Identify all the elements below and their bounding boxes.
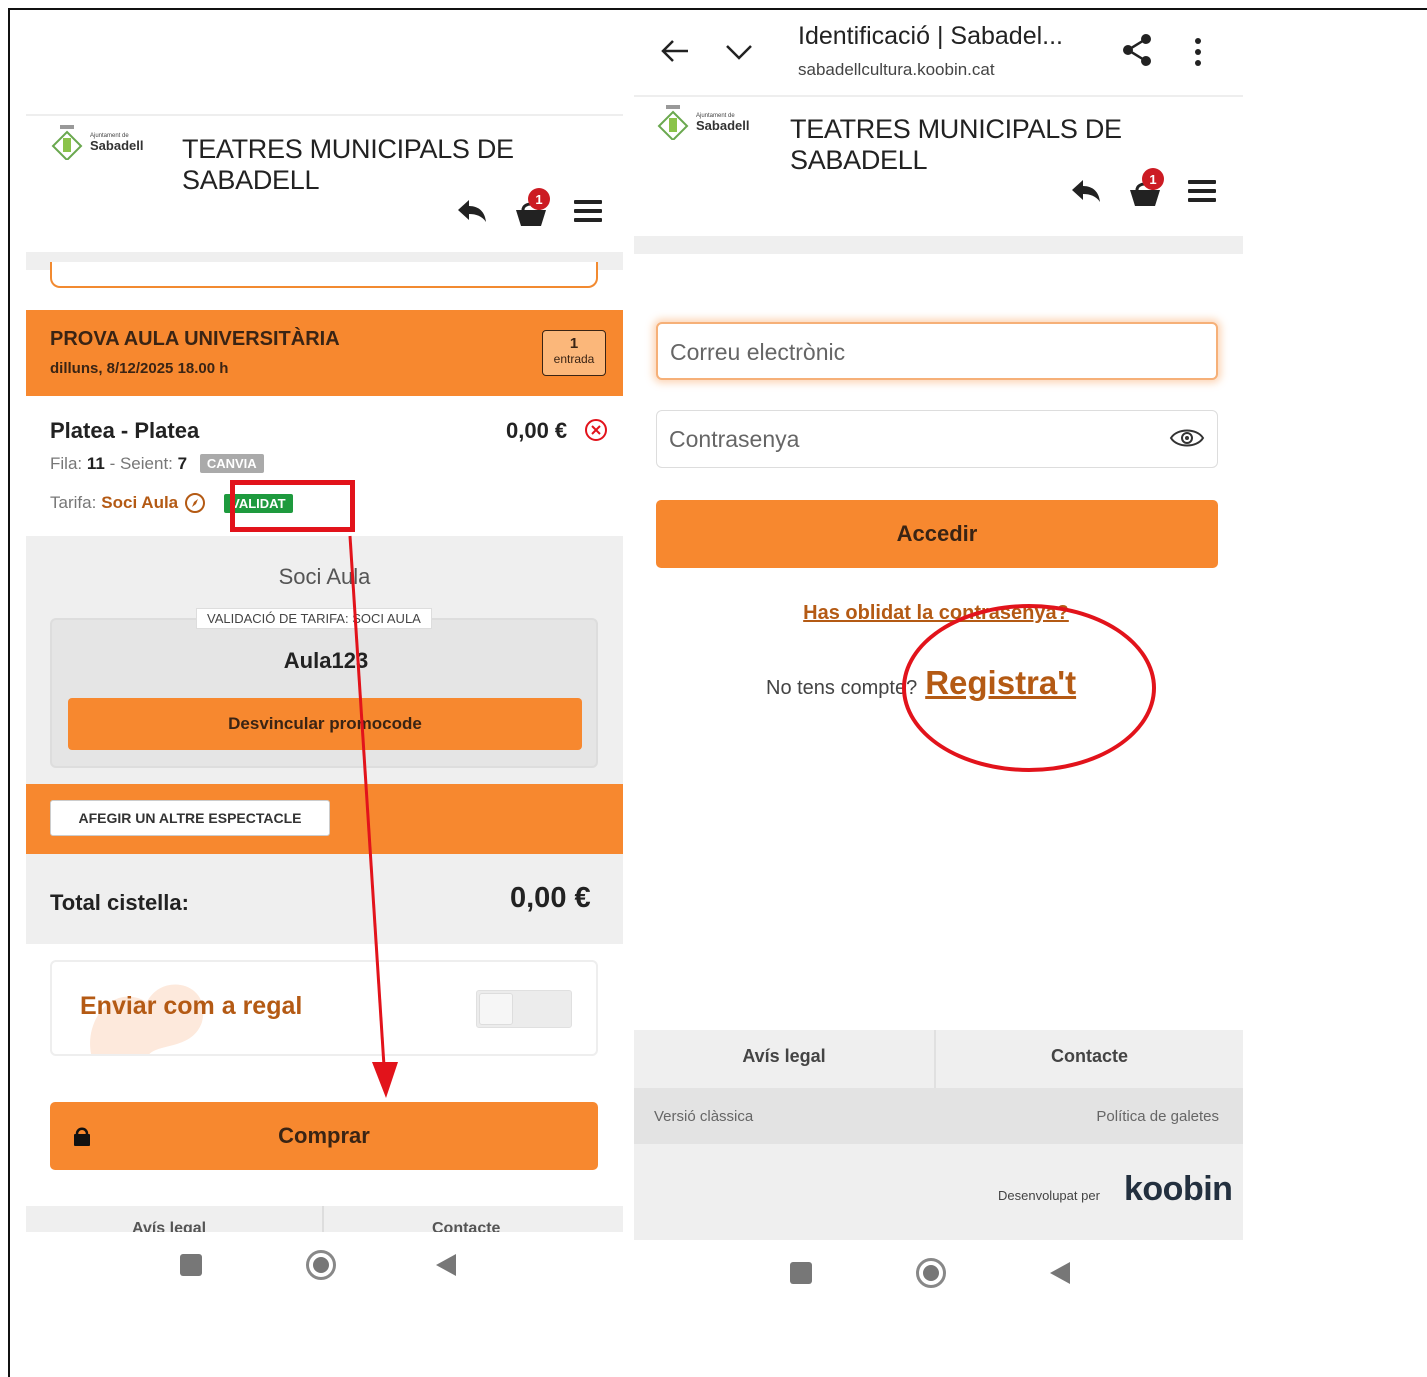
sabadell-emblem-icon bbox=[657, 105, 689, 140]
ticket-quantity: 1 bbox=[569, 335, 579, 352]
previous-card-edge bbox=[50, 262, 598, 288]
event-title: PROVA AULA UNIVERSITÀRIA bbox=[50, 328, 340, 350]
forgot-password-link[interactable]: Has oblidat la contrasenya? bbox=[634, 602, 1238, 625]
basket-icon[interactable]: 1 bbox=[1128, 168, 1164, 208]
event-header: PROVA AULA UNIVERSITÀRIA dilluns, 8/12/2… bbox=[26, 310, 623, 396]
classic-version-link[interactable]: Versió clàssica bbox=[654, 1108, 753, 1125]
row-value: 11 bbox=[86, 454, 105, 473]
email-field[interactable]: Correu electrònic bbox=[656, 322, 1218, 380]
reply-icon[interactable] bbox=[456, 198, 488, 224]
logo-big-text: Sabadell bbox=[90, 137, 144, 153]
promo-legend: VALIDACIÓ DE TARIFA: SOCI AULA bbox=[196, 608, 432, 629]
tarifa-label: Tarifa: bbox=[50, 493, 97, 512]
android-nav-bar bbox=[180, 1250, 456, 1280]
password-field[interactable]: Contrasenya bbox=[656, 410, 1218, 468]
seat-zone-title: Platea - Platea bbox=[50, 418, 200, 443]
header-actions: 1 bbox=[1070, 168, 1216, 208]
chevron-down-icon[interactable] bbox=[724, 42, 754, 62]
gift-label: Enviar com a regal bbox=[80, 992, 303, 1020]
back-icon[interactable] bbox=[436, 1254, 456, 1276]
event-date: dilluns, 8/12/2025 18.00 h bbox=[50, 360, 229, 377]
total-value: 0,00 € bbox=[510, 882, 591, 914]
cookie-policy-link[interactable]: Política de galetes bbox=[1096, 1108, 1219, 1125]
site-title: TEATRES MUNICIPALS DE SABADELL bbox=[182, 134, 514, 195]
menu-icon[interactable] bbox=[1188, 180, 1216, 202]
home-icon[interactable] bbox=[916, 1258, 946, 1288]
promo-validation-box: VALIDACIÓ DE TARIFA: SOCI AULA Aula123 D… bbox=[50, 608, 598, 768]
footer-contact-link[interactable]: Contacte bbox=[432, 1220, 500, 1232]
cart-count-badge: 1 bbox=[528, 188, 550, 210]
footer-legal-link[interactable]: Avís legal bbox=[132, 1220, 206, 1232]
footer-links: Avís legal Contacte bbox=[634, 1030, 1243, 1088]
add-show-section: AFEGIR UN ALTRE ESPECTACLE bbox=[26, 784, 623, 854]
footer-legal-link[interactable]: Avís legal bbox=[634, 1046, 934, 1067]
seat-price: 0,00 € bbox=[506, 418, 568, 443]
more-options-icon[interactable] bbox=[1194, 38, 1202, 66]
promo-code: Aula123 bbox=[283, 648, 369, 673]
back-icon[interactable] bbox=[1050, 1262, 1070, 1284]
android-nav-bar bbox=[790, 1258, 1070, 1288]
browser-bar-divider bbox=[634, 95, 1243, 97]
recents-icon[interactable] bbox=[790, 1262, 812, 1284]
footer-contact-link[interactable]: Contacte bbox=[936, 1046, 1243, 1067]
reply-icon[interactable] bbox=[1070, 178, 1102, 204]
buy-button[interactable]: Comprar bbox=[50, 1102, 598, 1170]
basket-icon[interactable]: 1 bbox=[514, 188, 550, 228]
browser-tab-title: Identificació | Sabadel... bbox=[798, 22, 1063, 50]
show-password-icon[interactable] bbox=[1169, 426, 1205, 450]
developed-by-text: Desenvolupat per bbox=[998, 1188, 1100, 1203]
sabadell-emblem-icon bbox=[51, 125, 83, 160]
login-button[interactable]: Accedir bbox=[656, 500, 1218, 568]
gift-toggle[interactable] bbox=[476, 990, 572, 1028]
share-icon[interactable] bbox=[1120, 32, 1154, 68]
annotation-highlight-box bbox=[230, 480, 355, 532]
ticket-quantity-box: 1 entrada bbox=[542, 330, 606, 376]
gift-option-card: Enviar com a regal bbox=[50, 960, 598, 1056]
add-another-show-button[interactable]: AFEGIR UN ALTRE ESPECTACLE bbox=[50, 800, 330, 836]
header-actions: 1 bbox=[456, 188, 602, 228]
password-placeholder: Contrasenya bbox=[669, 426, 800, 452]
right-phone-screen: Identificació | Sabadel... sabadellcultu… bbox=[634, 0, 1243, 1377]
logo-big-text: Sabadell bbox=[696, 117, 750, 133]
browser-url[interactable]: sabadellcultura.koobin.cat bbox=[798, 60, 995, 80]
footer-links: Avís legal Contacte bbox=[26, 1206, 623, 1232]
promo-name: Soci Aula bbox=[278, 564, 371, 589]
footer-secondary-links: Versió clàssica Política de galetes bbox=[634, 1088, 1243, 1144]
promo-section: Soci Aula VALIDACIÓ DE TARIFA: SOCI AULA… bbox=[26, 536, 623, 784]
basket-total: Total cistella: 0,00 € bbox=[26, 854, 623, 944]
header-divider bbox=[26, 114, 623, 116]
recents-icon[interactable] bbox=[180, 1254, 202, 1276]
koobin-logo[interactable]: koobin bbox=[1124, 1170, 1233, 1209]
row-label: Fila: bbox=[50, 454, 83, 473]
menu-icon[interactable] bbox=[574, 200, 602, 222]
no-account-text: No tens compte? bbox=[766, 677, 918, 699]
tarifa-value[interactable]: Soci Aula bbox=[101, 493, 178, 513]
seat-location: Fila: 11 - Seient: 7 CANVIA bbox=[50, 454, 264, 474]
change-seat-button[interactable]: CANVIA bbox=[199, 454, 264, 473]
cart-count-badge: 1 bbox=[1142, 168, 1164, 190]
compass-icon[interactable] bbox=[184, 492, 206, 514]
total-label: Total cistella: bbox=[50, 890, 189, 915]
sabadell-logo[interactable]: Ajuntament de Sabadell bbox=[50, 124, 143, 160]
footer-credits: Desenvolupat per koobin bbox=[634, 1144, 1243, 1240]
ticket-quantity-unit: entrada bbox=[553, 352, 595, 366]
left-phone-screen: Ajuntament de Sabadell TEATRES MUNICIPAL… bbox=[26, 0, 623, 1377]
site-title: TEATRES MUNICIPALS DE SABADELL bbox=[790, 114, 1122, 175]
unlink-promocode-button[interactable]: Desvincular promocode bbox=[68, 698, 582, 750]
annotation-highlight-ellipse bbox=[902, 604, 1156, 772]
remove-seat-icon[interactable] bbox=[584, 418, 608, 442]
buy-button-label: Comprar bbox=[278, 1123, 370, 1148]
content-separator bbox=[634, 236, 1243, 254]
home-icon[interactable] bbox=[306, 1250, 336, 1280]
seat-value: 7 bbox=[177, 454, 188, 473]
sabadell-logo[interactable]: Ajuntament de Sabadell bbox=[656, 104, 749, 140]
seat-label: - Seient: bbox=[109, 454, 173, 473]
browser-back-icon[interactable] bbox=[660, 38, 690, 64]
